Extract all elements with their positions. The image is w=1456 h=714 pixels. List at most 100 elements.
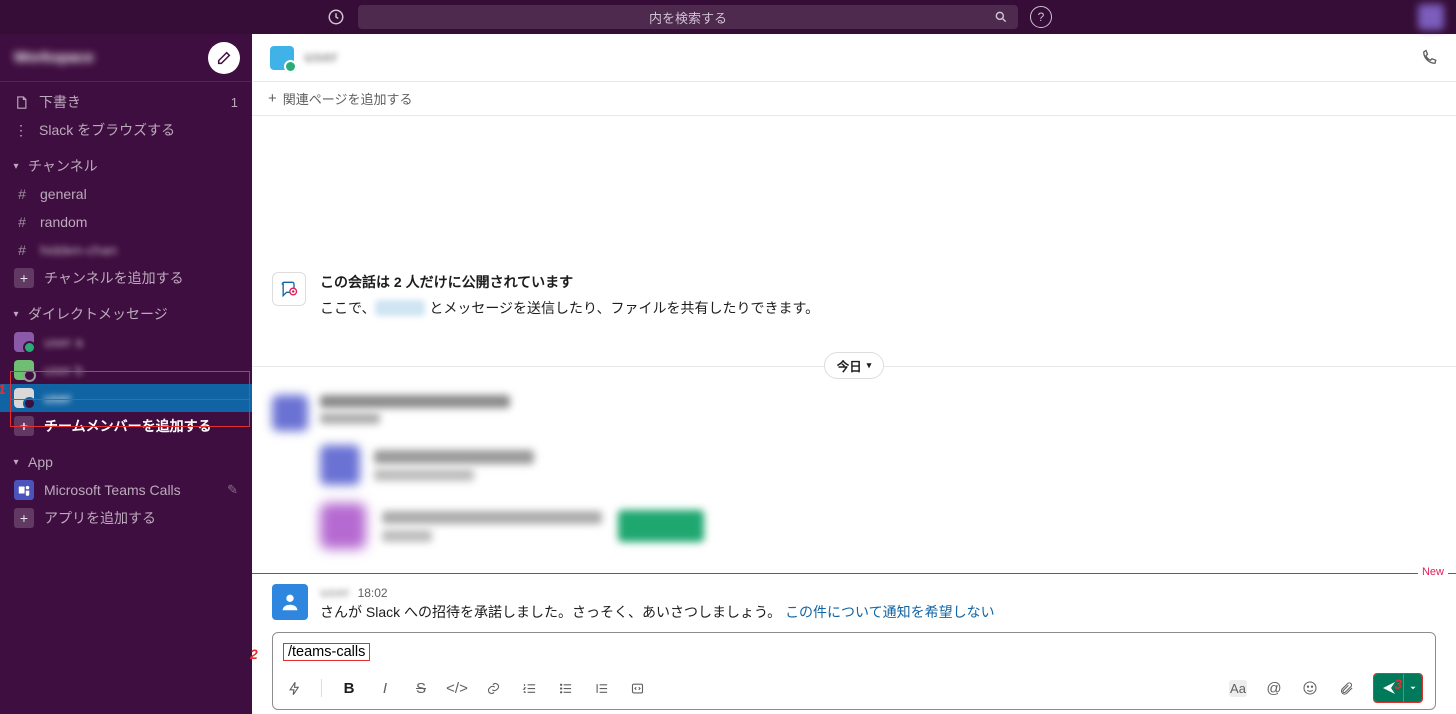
redacted-text <box>382 530 432 542</box>
chevron-down-icon: ▾ <box>10 309 22 320</box>
code-block-icon[interactable] <box>628 681 646 696</box>
intro-title: この会話は 2 人だけに公開されています <box>320 272 819 292</box>
search-input[interactable]: 内を検索する <box>358 5 1018 29</box>
redacted-text <box>320 413 380 424</box>
strike-icon[interactable]: S <box>412 680 430 697</box>
bullet-list-icon[interactable] <box>556 681 574 696</box>
avatar <box>272 395 308 431</box>
page-icon <box>14 95 29 110</box>
join-body: さんが Slack への招待を承諾しました。さっそく、あいさつしましょう。 <box>320 604 781 620</box>
compose-button[interactable] <box>208 42 240 74</box>
dm-section[interactable]: ▾ ダイレクトメッセージ <box>0 300 252 328</box>
date-pill[interactable]: 今日 ▾ <box>824 352 885 379</box>
emoji-icon[interactable] <box>1301 680 1319 696</box>
call-icon[interactable] <box>1420 49 1438 67</box>
new-divider: New <box>252 573 1456 574</box>
teams-icon <box>14 480 34 500</box>
chevron-down-icon: ▾ <box>867 360 872 371</box>
user-avatar[interactable] <box>1418 4 1444 30</box>
add-member-item[interactable]: + チームメンバーを追加する <box>0 412 252 440</box>
browse-slack-item[interactable]: ⋮ Slack をブラウズする <box>0 116 252 144</box>
blockquote-icon[interactable] <box>592 681 610 696</box>
composer-area: 2 3 /teams-calls B I S </> <box>252 632 1456 714</box>
app-item-teams-calls[interactable]: Microsoft Teams Calls ✎ <box>0 476 252 504</box>
ordered-list-icon[interactable] <box>520 681 538 696</box>
channel-item-general[interactable]: # general <box>0 180 252 208</box>
dm-label: user a <box>44 334 83 350</box>
channel-item-hidden[interactable]: # hidden-chan <box>0 236 252 264</box>
add-channel-item[interactable]: + チャンネルを追加する <box>0 264 252 292</box>
dm-item-active[interactable]: user <box>0 384 252 412</box>
attach-icon[interactable] <box>1337 681 1355 696</box>
drafts-count: 1 <box>231 95 238 110</box>
pencil-icon[interactable]: ✎ <box>227 482 238 498</box>
dm-head-label: ダイレクトメッセージ <box>28 304 168 324</box>
add-related-pages[interactable]: + 関連ページを追加する <box>252 82 1456 116</box>
app-section[interactable]: ▾ App <box>0 448 252 476</box>
bold-icon[interactable]: B <box>340 680 358 697</box>
drafts-label: 下書き <box>39 92 81 112</box>
date-divider: 今日 ▾ <box>252 352 1456 379</box>
search-placeholder: 内を検索する <box>649 8 727 27</box>
search-icon <box>994 10 1008 24</box>
formatting-toggle-icon[interactable]: Aa <box>1229 680 1247 697</box>
avatar <box>320 445 360 485</box>
dm-name[interactable]: user <box>304 49 338 67</box>
app-head-label: App <box>28 454 53 470</box>
attachment-card[interactable] <box>320 503 1436 549</box>
message-item-join[interactable]: user 18:02 さんが Slack への招待を承諾しました。さっそく、あい… <box>252 574 1456 632</box>
attachment-card[interactable] <box>320 445 1436 485</box>
message-composer[interactable]: /teams-calls B I S </> <box>272 632 1436 710</box>
send-menu-button[interactable] <box>1404 674 1422 702</box>
composer-toolbar: B I S </> Aa @ <box>283 667 1425 709</box>
plus-icon: + <box>14 508 34 528</box>
lock-chat-icon <box>272 272 306 306</box>
presence-icon <box>14 360 34 380</box>
link-icon[interactable] <box>484 681 502 696</box>
history-icon[interactable] <box>326 7 346 27</box>
join-button[interactable] <box>618 510 704 542</box>
plus-icon: + <box>268 90 277 107</box>
presence-icon <box>14 332 34 352</box>
opt-out-link[interactable]: この件について通知を希望しない <box>785 604 995 620</box>
redacted-text <box>374 469 474 481</box>
app-label: Microsoft Teams Calls <box>44 482 181 498</box>
slash-command: /teams-calls <box>283 643 370 661</box>
more-icon: ⋮ <box>14 122 29 139</box>
italic-icon[interactable]: I <box>376 680 394 697</box>
mention-icon[interactable]: @ <box>1265 680 1283 697</box>
redacted-text <box>382 511 602 524</box>
plus-icon: + <box>14 268 34 288</box>
sender-name: user <box>320 584 350 600</box>
hash-icon: # <box>14 242 30 258</box>
workspace-header[interactable]: Workspace <box>0 34 252 82</box>
drafts-item[interactable]: 下書き 1 <box>0 88 252 116</box>
message-item-blurred[interactable] <box>252 387 1456 563</box>
annotation-1: 1 <box>0 381 6 397</box>
code-icon[interactable]: </> <box>448 680 466 697</box>
help-icon[interactable]: ? <box>1030 6 1052 28</box>
hash-icon: # <box>14 214 30 230</box>
dm-label: user b <box>44 362 83 378</box>
messages-area[interactable]: この会話は 2 人だけに公開されています ここで、xx とメッセージを送信したり… <box>252 116 1456 632</box>
composer-input[interactable]: /teams-calls <box>283 641 1425 667</box>
chevron-down-icon: ▾ <box>10 161 22 172</box>
dm-avatar[interactable] <box>270 46 294 70</box>
workspace-name: Workspace <box>14 49 94 66</box>
dm-item[interactable]: user a <box>0 328 252 356</box>
add-pages-label: 関連ページを追加する <box>283 89 413 108</box>
lightning-icon[interactable] <box>285 681 303 696</box>
add-member-label: チームメンバーを追加する <box>44 416 212 436</box>
hash-icon: # <box>14 186 30 202</box>
dm-item[interactable]: user b <box>0 356 252 384</box>
channel-item-random[interactable]: # random <box>0 208 252 236</box>
add-app-item[interactable]: + アプリを追加する <box>0 504 252 532</box>
annotation-2: 2 <box>250 646 258 662</box>
channels-section[interactable]: ▾ チャンネル <box>0 152 252 180</box>
channel-label: hidden-chan <box>40 242 117 258</box>
sidebar: Workspace 下書き 1 ⋮ Slack をブラウズする ▾ チャンネル <box>0 34 252 714</box>
add-app-label: アプリを追加する <box>44 508 156 528</box>
intro-body: ここで、xx とメッセージを送信したり、ファイルを共有したりできます。 <box>320 298 819 318</box>
chevron-down-icon: ▾ <box>10 457 22 468</box>
annotation-3: 3 <box>1394 676 1402 692</box>
